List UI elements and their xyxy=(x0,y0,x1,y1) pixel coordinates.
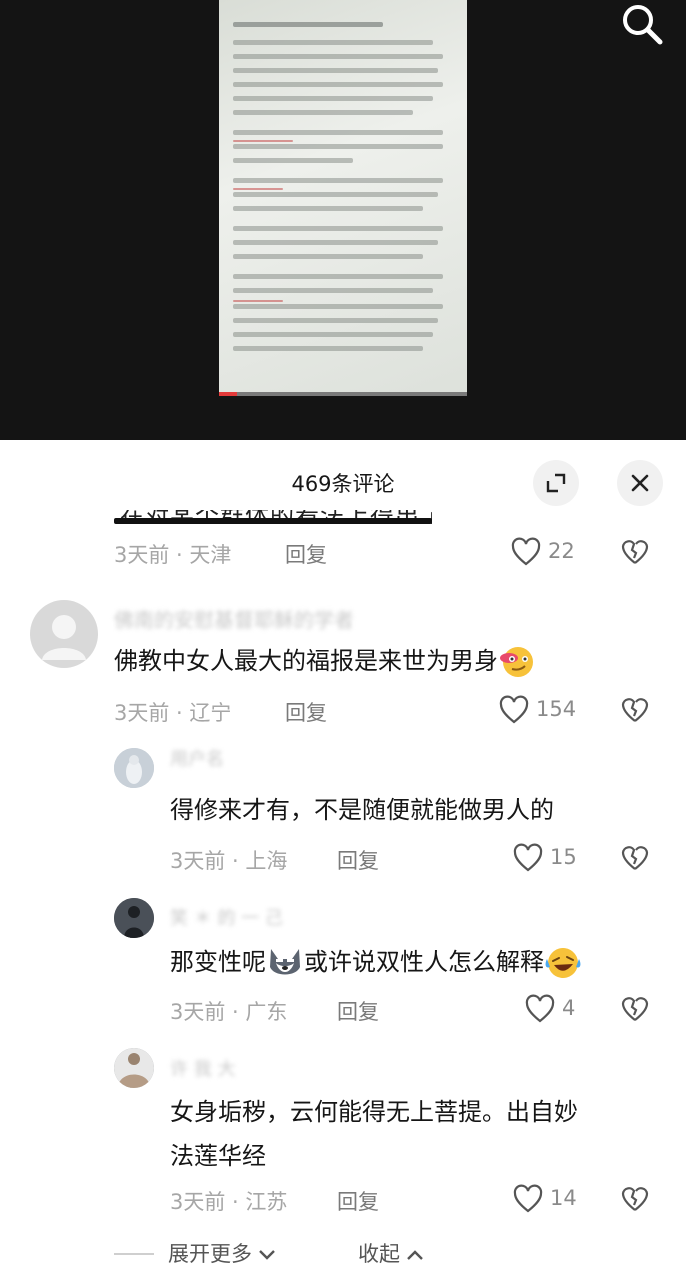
comment-meta: 3天前 · 辽宁 xyxy=(114,701,232,725)
video-progress-track[interactable] xyxy=(219,392,467,396)
expand-more-button[interactable]: 展开更多 xyxy=(168,1238,276,1268)
comment-meta: 3天前 · 天津 xyxy=(114,543,232,567)
reply-button[interactable]: 回复 xyxy=(337,996,379,1026)
username[interactable]: 用户名 xyxy=(170,745,224,771)
broken-heart-icon[interactable] xyxy=(620,994,650,1024)
username[interactable]: 许 我 大 xyxy=(170,1055,235,1081)
broken-heart-icon[interactable] xyxy=(620,843,650,873)
comment-sheet: 469条评论 在对某个群体的看法上得出了一致的 3天前 · 天津 回复 22 佛… xyxy=(0,440,686,1279)
close-icon xyxy=(631,474,649,492)
husky-dog-emoji-icon xyxy=(270,949,300,975)
avatar[interactable] xyxy=(30,600,98,668)
like-count: 4 xyxy=(562,996,576,1020)
like-count: 14 xyxy=(550,1186,577,1210)
expand-icon xyxy=(546,473,566,493)
photo-avatar-icon xyxy=(114,1048,154,1088)
like-count: 15 xyxy=(550,845,577,869)
laughing-tears-emoji-icon xyxy=(545,948,581,978)
video-frame-book-page[interactable]: ◎ xyxy=(219,0,467,395)
like-count: 154 xyxy=(536,697,577,721)
avatar[interactable] xyxy=(114,898,154,938)
avatar[interactable] xyxy=(114,1048,154,1088)
comment-meta: 3天前 · 江苏 xyxy=(170,1190,288,1214)
comment-meta: 3天前 · 广东 xyxy=(170,1000,288,1024)
heart-icon[interactable] xyxy=(510,537,542,567)
close-button[interactable] xyxy=(617,460,663,506)
username[interactable]: 佛南的安慰基督耶稣的学者 xyxy=(114,604,354,633)
search-icon[interactable] xyxy=(620,2,664,46)
chevron-up-icon xyxy=(407,1250,423,1260)
chevron-down-icon xyxy=(259,1250,275,1260)
expand-fullscreen-button[interactable] xyxy=(533,460,579,506)
broken-heart-icon[interactable] xyxy=(620,537,650,567)
broken-heart-icon[interactable] xyxy=(620,1184,650,1214)
broken-heart-icon[interactable] xyxy=(620,695,650,725)
heart-icon[interactable] xyxy=(524,994,556,1024)
heart-icon[interactable] xyxy=(498,695,530,725)
default-avatar-icon xyxy=(42,615,86,660)
reply-button[interactable]: 回复 xyxy=(285,697,327,727)
expand-divider xyxy=(114,1253,154,1255)
reply-button[interactable]: 回复 xyxy=(337,1186,379,1216)
comment-meta: 3天前 · 上海 xyxy=(170,849,288,873)
comment-text: 女身垢秽，云何能得无上菩提。出自妙 法莲华经 xyxy=(170,1098,578,1170)
video-progress-fill xyxy=(219,392,237,396)
smirk-emoji-icon xyxy=(500,647,533,677)
collapse-button[interactable]: 收起 xyxy=(358,1238,424,1268)
heart-icon[interactable] xyxy=(512,843,544,873)
username[interactable]: 笑 ＊ 的 一 己 xyxy=(170,904,283,930)
video-area: ◎ xyxy=(0,0,686,440)
reply-button[interactable]: 回复 xyxy=(337,845,379,875)
like-count: 22 xyxy=(548,539,575,563)
cut-off-underline xyxy=(114,518,432,524)
comment-text: 那变性呢 或许说双性人怎么解释 xyxy=(170,940,582,984)
heart-icon[interactable] xyxy=(512,1184,544,1214)
avatar[interactable] xyxy=(114,748,154,788)
photo-avatar-icon xyxy=(114,748,154,788)
comment-text: 得修来才有，不是随便就能做男人的 xyxy=(170,796,554,824)
reply-button[interactable]: 回复 xyxy=(285,539,327,569)
comment-text: 佛教中女人最大的福报是来世为男身 xyxy=(114,639,538,683)
photo-avatar-icon xyxy=(114,898,154,938)
comment-count-title: 469条评论 xyxy=(291,472,395,496)
